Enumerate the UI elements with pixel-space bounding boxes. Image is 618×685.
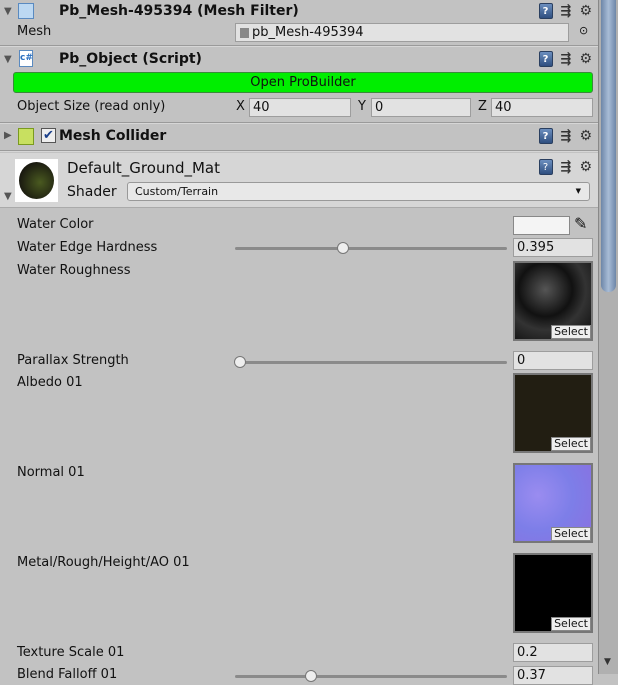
select-button[interactable]: Select bbox=[551, 527, 591, 541]
slider-knob[interactable] bbox=[305, 670, 317, 682]
mesh-collider-icon bbox=[18, 128, 34, 145]
pb-object-header[interactable]: ▼ c# Pb_Object (Script) ? ⇶ ⚙ bbox=[0, 48, 598, 72]
shader-dropdown[interactable]: Custom/Terrain ▼ bbox=[127, 182, 590, 201]
mesh-icon bbox=[240, 28, 249, 38]
object-size-label: Object Size (read only) bbox=[17, 99, 166, 114]
collapse-arrow-icon[interactable]: ▼ bbox=[4, 54, 12, 65]
shader-label: Shader bbox=[67, 184, 117, 200]
help-icon[interactable]: ? bbox=[538, 51, 553, 67]
divider bbox=[0, 122, 598, 124]
water-color-swatch[interactable] bbox=[513, 216, 570, 235]
material-header[interactable]: ▼ Default_Ground_Mat Shader Custom/Terra… bbox=[0, 153, 598, 208]
script-icon: c# bbox=[19, 50, 33, 67]
z-label: Z bbox=[478, 99, 487, 114]
parallax-field[interactable]: 0 bbox=[513, 351, 593, 370]
object-picker-icon[interactable]: ⊙ bbox=[579, 24, 588, 37]
expand-arrow-icon[interactable]: ▶ bbox=[4, 130, 12, 141]
eyedropper-icon[interactable]: ✎ bbox=[574, 214, 587, 233]
y-label: Y bbox=[358, 99, 366, 114]
help-icon[interactable]: ? bbox=[538, 128, 553, 144]
size-y-field: 0 bbox=[371, 98, 471, 117]
dropdown-arrow-icon: ▼ bbox=[575, 187, 581, 195]
gear-icon[interactable]: ⚙ bbox=[579, 159, 592, 175]
size-z-field: 40 bbox=[491, 98, 593, 117]
preset-icon[interactable]: ⇶ bbox=[561, 129, 572, 144]
gear-icon[interactable]: ⚙ bbox=[579, 3, 592, 19]
albedo-label: Albedo 01 bbox=[17, 375, 83, 390]
water-roughness-texture[interactable]: Select bbox=[513, 261, 593, 341]
slider-knob[interactable] bbox=[337, 242, 349, 254]
select-button[interactable]: Select bbox=[551, 437, 591, 451]
metal-rough-label: Metal/Rough/Height/AO 01 bbox=[17, 555, 190, 570]
normal-label: Normal 01 bbox=[17, 465, 85, 480]
edge-hardness-label: Water Edge Hardness bbox=[17, 240, 158, 255]
edge-hardness-field[interactable]: 0.395 bbox=[513, 238, 593, 257]
slider-knob[interactable] bbox=[234, 356, 246, 368]
mesh-field[interactable]: pb_Mesh-495394 bbox=[235, 23, 569, 42]
blend-falloff-field[interactable]: 0.37 bbox=[513, 666, 593, 685]
help-icon[interactable]: ? bbox=[538, 3, 553, 19]
component-title: Pb_Mesh-495394 (Mesh Filter) bbox=[59, 3, 299, 19]
mesh-filter-icon bbox=[18, 3, 34, 19]
parallax-strength-label: Parallax Strength bbox=[17, 353, 129, 368]
mesh-collider-header[interactable]: ▶ ✔ Mesh Collider ? ⇶ ⚙ bbox=[0, 125, 598, 149]
preset-icon[interactable]: ⇶ bbox=[561, 160, 572, 175]
scrollbar[interactable]: ▼ bbox=[598, 0, 618, 674]
texture-scale-field[interactable]: 0.2 bbox=[513, 643, 593, 662]
scrollbar-thumb[interactable] bbox=[601, 0, 616, 292]
mesh-label: Mesh bbox=[17, 24, 52, 39]
preset-icon[interactable]: ⇶ bbox=[561, 4, 572, 19]
component-title: Mesh Collider bbox=[59, 128, 167, 144]
x-label: X bbox=[236, 99, 245, 114]
preset-icon[interactable]: ⇶ bbox=[561, 52, 572, 67]
albedo-texture[interactable]: Select bbox=[513, 373, 593, 453]
parallax-slider[interactable] bbox=[234, 356, 507, 368]
collapse-arrow-icon[interactable]: ▼ bbox=[4, 6, 12, 17]
shader-value: Custom/Terrain bbox=[135, 185, 219, 198]
texture-scale-label: Texture Scale 01 bbox=[17, 645, 125, 660]
material-name: Default_Ground_Mat bbox=[67, 159, 220, 177]
select-button[interactable]: Select bbox=[551, 325, 591, 339]
mesh-value: pb_Mesh-495394 bbox=[252, 25, 364, 40]
open-probuilder-button[interactable]: Open ProBuilder bbox=[13, 72, 593, 93]
material-preview bbox=[15, 159, 58, 202]
metal-rough-texture[interactable]: Select bbox=[513, 553, 593, 633]
gear-icon[interactable]: ⚙ bbox=[579, 51, 592, 67]
blend-falloff-slider[interactable] bbox=[235, 670, 507, 682]
size-x-field: 40 bbox=[249, 98, 351, 117]
divider bbox=[0, 45, 598, 47]
help-icon[interactable]: ? bbox=[538, 159, 553, 175]
select-button[interactable]: Select bbox=[551, 617, 591, 631]
gear-icon[interactable]: ⚙ bbox=[579, 128, 592, 144]
component-title: Pb_Object (Script) bbox=[59, 51, 202, 67]
blend-falloff-label: Blend Falloff 01 bbox=[17, 667, 118, 682]
scroll-down-arrow-icon[interactable]: ▼ bbox=[604, 657, 611, 667]
mesh-filter-header[interactable]: ▼ Pb_Mesh-495394 (Mesh Filter) ? ⇶ ⚙ bbox=[0, 0, 598, 24]
water-color-label: Water Color bbox=[17, 217, 94, 232]
edge-hardness-slider[interactable] bbox=[235, 242, 507, 254]
normal-texture[interactable]: Select bbox=[513, 463, 593, 543]
water-roughness-label: Water Roughness bbox=[17, 263, 131, 278]
collapse-arrow-icon[interactable]: ▼ bbox=[4, 191, 12, 202]
divider bbox=[0, 150, 598, 152]
enabled-checkbox[interactable]: ✔ bbox=[41, 128, 56, 143]
